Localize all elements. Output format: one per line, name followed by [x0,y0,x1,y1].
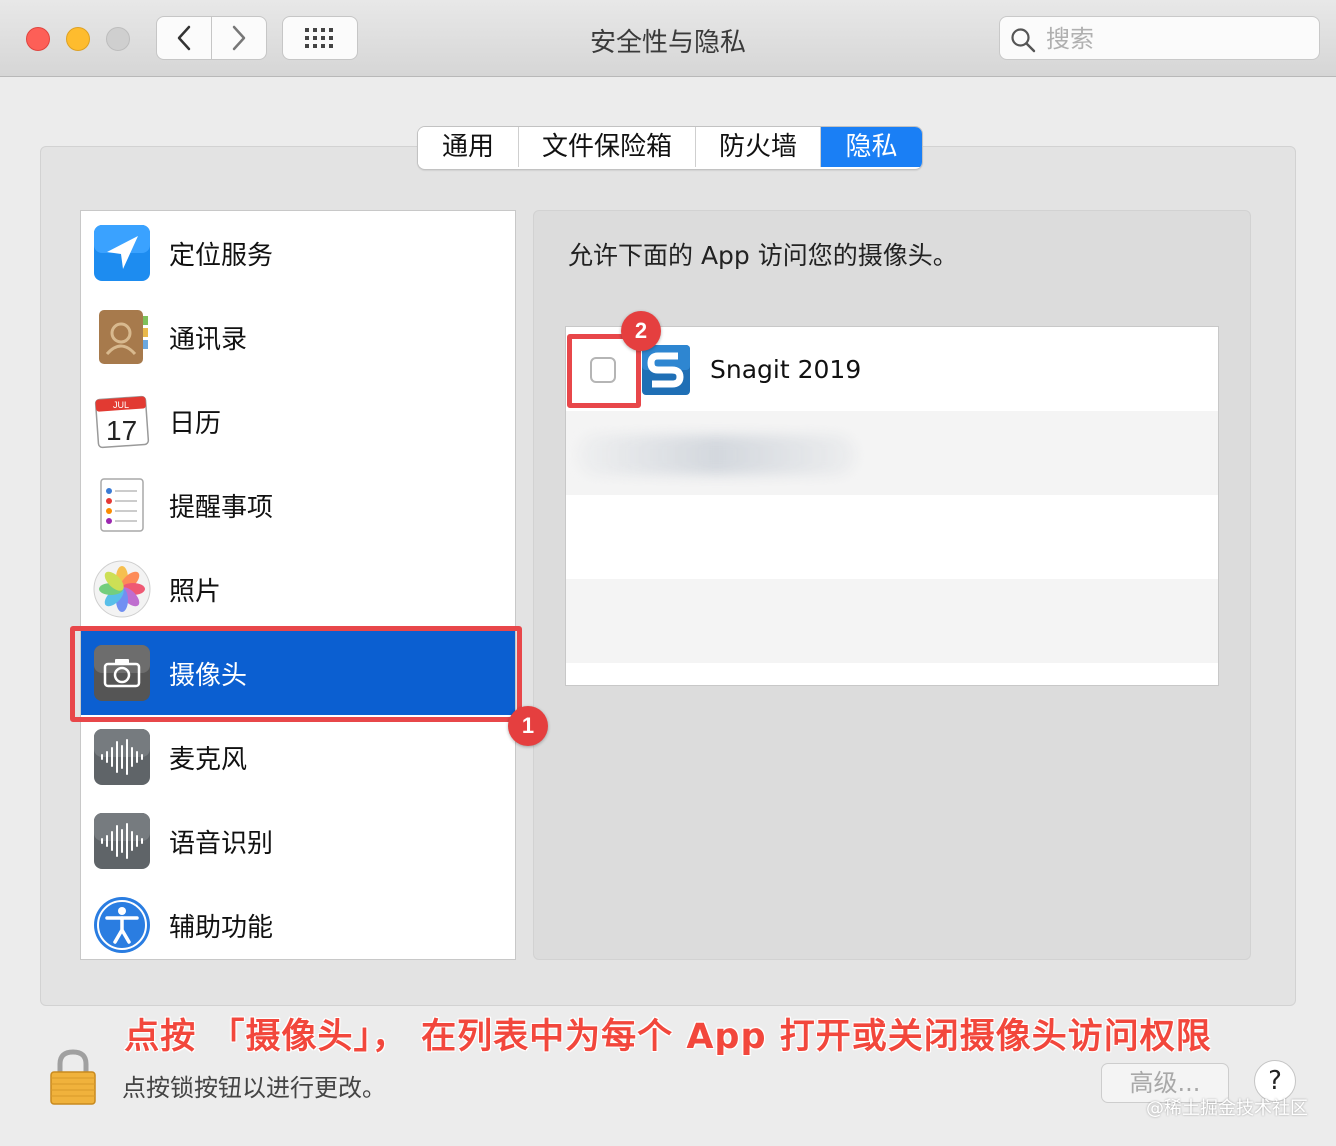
tab-privacy[interactable]: 隐私 [821,127,922,167]
tab-firewall[interactable]: 防火墙 [696,127,821,167]
sidebar-item-contacts[interactable]: 通讯录 [81,295,515,379]
contacts-book-icon [99,310,148,364]
instruction-caption: 点按 「摄像头」， 在列表中为每个 App 打开或关闭摄像头访问权限 [124,1017,1212,1057]
calendar-icon-day: 17 [106,415,137,446]
sidebar-item-label: 辅助功能 [169,913,274,943]
watermark: @稀土掘金技术社区 [1146,1098,1308,1119]
search-input[interactable] [1044,21,1308,57]
sidebar-item-accessibility[interactable]: 辅助功能 [81,883,515,967]
reminders-icon [100,478,144,532]
tab-general[interactable]: 通用 [418,127,519,167]
sidebar-item-photos[interactable]: 照片 [81,547,515,631]
privacy-category-list: 定位服务 通讯录 JUL 17 日历 提醒事项 照片 摄像头 麦克风 语音识别 … [80,210,516,960]
sidebar-item-label: 日历 [169,409,222,439]
lock-button[interactable] [48,1048,98,1106]
sidebar-item-label: 照片 [169,577,222,607]
sidebar-item-label: 提醒事项 [169,493,274,523]
camera-access-heading: 允许下面的 App 访问您的摄像头。 [568,241,958,270]
list-item: Snagit 2019 [566,327,1218,411]
tab-filevault[interactable]: 文件保险箱 [519,127,696,167]
sidebar-item-label: 麦克风 [169,745,248,775]
padlock-icon [50,1049,96,1105]
step-badge-2: 2 [621,311,661,351]
app-name: Snagit 2019 [710,355,862,384]
search-field[interactable] [999,16,1320,60]
snagit-icon [642,345,690,395]
title-bar: 安全性与隐私 [0,0,1336,77]
lock-hint-text: 点按锁按钮以进行更改。 [122,1074,386,1102]
tab-bar: 通用 文件保险箱 防火墙 隐私 [417,126,923,170]
calendar-icon: JUL 17 [94,395,150,449]
sidebar-item-label: 定位服务 [169,241,274,271]
calendar-icon-month: JUL [113,400,129,410]
location-arrow-icon [94,225,150,281]
list-item [566,579,1218,663]
sidebar-item-microphone[interactable]: 麦克风 [81,715,515,799]
microphone-waveform-icon [94,729,150,785]
search-icon [1011,28,1036,53]
photos-icon [93,560,151,618]
redacted-app-row [576,435,856,475]
accessibility-icon [94,897,150,953]
sidebar-item-label: 通讯录 [169,325,248,355]
step-badge-1: 1 [508,706,548,746]
sidebar-item-location-services[interactable]: 定位服务 [81,211,515,295]
sidebar-item-reminders[interactable]: 提醒事项 [81,463,515,547]
app-access-list: Snagit 2019 [565,326,1219,686]
camera-highlight-box [70,626,522,722]
sidebar-item-speech-recognition[interactable]: 语音识别 [81,799,515,883]
speech-waveform-icon [94,813,150,869]
sidebar-item-label: 语音识别 [169,829,274,859]
list-item [566,411,1218,495]
list-item [566,495,1218,579]
sidebar-item-calendar[interactable]: JUL 17 日历 [81,379,515,463]
